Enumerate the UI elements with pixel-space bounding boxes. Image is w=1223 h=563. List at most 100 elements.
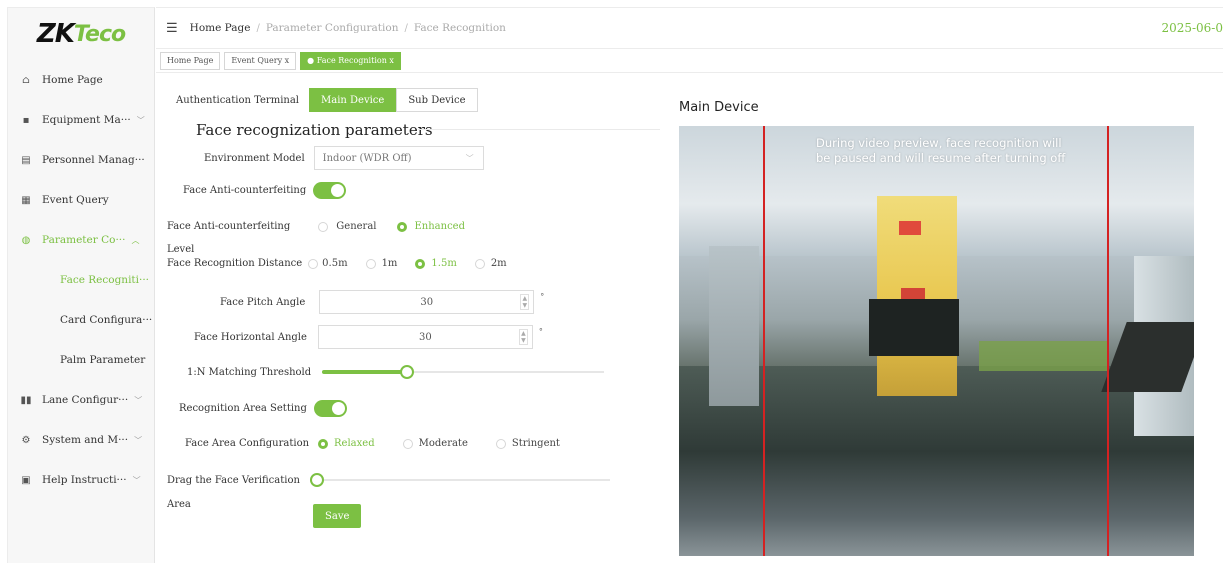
distance-label: Face Recognition Distance xyxy=(167,258,303,269)
radio-dot xyxy=(474,258,485,269)
face-area-relaxed-radio[interactable]: Relaxed xyxy=(318,438,375,449)
face-area-guide-right xyxy=(1107,126,1109,556)
horizontal-row: Face Horizontal Angle 30 ▲ ▼ ° xyxy=(194,325,543,349)
radio-label: Stringent xyxy=(511,438,560,449)
video-cabinet xyxy=(709,246,759,406)
sidebar-item-home[interactable]: ⌂ Home Page xyxy=(8,60,154,100)
video-sign xyxy=(899,221,921,235)
sidebar-item-personnel[interactable]: ▤ Personnel Manag··· xyxy=(8,140,154,180)
face-area-label: Face Area Configuration xyxy=(185,438,310,449)
topbar: ☰ Home Page / Parameter Configuration / … xyxy=(156,7,1223,49)
threshold-label: 1:N Matching Threshold xyxy=(187,366,312,378)
breadcrumb-home[interactable]: Home Page xyxy=(190,22,251,34)
lane-icon: ▮▮ xyxy=(20,394,32,406)
slider-handle[interactable] xyxy=(400,365,415,379)
breadcrumb-separator: / xyxy=(256,22,260,34)
main-device-button[interactable]: Main Device xyxy=(309,88,397,112)
auth-terminal-label: Authentication Terminal xyxy=(176,94,299,106)
anti-counterfeit-label: Face Anti-counterfeiting xyxy=(183,185,307,196)
distance-1m-radio[interactable]: 1m xyxy=(365,258,398,269)
radio-dot xyxy=(318,221,329,232)
menu-toggle-icon[interactable]: ☰ xyxy=(166,21,178,36)
sidebar-item-label: Help Instructi··· xyxy=(42,474,127,486)
env-model-select[interactable]: Indoor (WDR Off) ﹀ xyxy=(313,146,484,170)
radio-dot xyxy=(318,438,329,449)
sidebar-item-label: Equipment Ma··· xyxy=(42,114,131,126)
radio-dot xyxy=(396,221,407,232)
sub-device-button[interactable]: Sub Device xyxy=(396,88,478,112)
breadcrumb-current: Face Recognition xyxy=(413,22,506,34)
drag-area-slider[interactable] xyxy=(309,473,610,487)
radio-label: Enhanced xyxy=(414,221,466,232)
sidebar-item-label: Parameter Co··· xyxy=(42,234,126,246)
drag-area-label-cont: Area xyxy=(167,499,191,510)
env-model-value: Indoor (WDR Off) xyxy=(322,152,412,164)
recog-area-toggle[interactable] xyxy=(313,400,347,417)
equipment-icon: ▪ xyxy=(22,114,30,126)
face-area-moderate-radio[interactable]: Moderate xyxy=(402,438,468,449)
home-icon: ⌂ xyxy=(22,74,30,86)
sidebar-item-help[interactable]: ▣ Help Instructi··· ﹀ xyxy=(8,460,154,500)
pitch-value: 30 xyxy=(420,296,434,308)
video-preview[interactable]: During video preview, face recognition w… xyxy=(679,126,1194,556)
slider-handle[interactable] xyxy=(309,473,324,487)
sidebar-item-event-query[interactable]: ▦ Event Query xyxy=(8,180,154,220)
face-area-guide-left xyxy=(763,126,765,556)
radio-dot xyxy=(308,258,319,269)
stepper-arrows-icon[interactable]: ▲ ▼ xyxy=(520,294,530,310)
parameter-icon: ◍ xyxy=(21,234,31,246)
horizontal-degree-unit: ° xyxy=(538,327,543,336)
threshold-row: 1:N Matching Threshold xyxy=(187,365,605,379)
pitch-label: Face Pitch Angle xyxy=(220,296,306,308)
tab-home[interactable]: Home Page xyxy=(160,51,221,70)
logo-main: ZK xyxy=(36,19,75,49)
tab-bar: Home Page Event Query x ● Face Recogniti… xyxy=(156,49,1223,73)
personnel-icon: ▤ xyxy=(21,154,31,166)
chevron-down-icon: ﹀ xyxy=(132,475,141,485)
anti-level-general-radio[interactable]: General xyxy=(318,221,377,232)
recog-area-label: Recognition Area Setting xyxy=(179,403,307,414)
sidebar: ZK Teco ⌂ Home Page ▪ Equipment Ma··· ﹀ ▤… xyxy=(7,7,155,563)
sidebar-subitem-palm-parameter[interactable]: Palm Parameter xyxy=(8,340,154,380)
chevron-down-icon: ﹀ xyxy=(465,154,474,163)
pitch-row: Face Pitch Angle 30 ▲ ▼ ° xyxy=(220,290,544,314)
radio-label: 0.5m xyxy=(322,258,348,269)
tab-face-recognition[interactable]: ● Face Recognition x xyxy=(300,51,401,70)
distance-row: Face Recognition Distance 0.5m 1m 1.5m 2… xyxy=(167,258,527,269)
sidebar-item-equipment[interactable]: ▪ Equipment Ma··· ﹀ xyxy=(8,100,154,140)
distance-2m-radio[interactable]: 2m xyxy=(474,258,507,269)
radio-label: 1m xyxy=(381,258,398,269)
pitch-stepper[interactable]: 30 ▲ ▼ xyxy=(319,290,535,314)
tab-event-query[interactable]: Event Query x xyxy=(224,51,297,70)
stepper-arrows-icon[interactable]: ▲ ▼ xyxy=(518,329,528,345)
video-monitor xyxy=(869,299,959,356)
system-icon: ⚙ xyxy=(21,434,31,446)
face-area-stringent-radio[interactable]: Stringent xyxy=(495,438,560,449)
threshold-slider[interactable] xyxy=(322,365,605,379)
sidebar-item-parameter[interactable]: ◍ Parameter Co··· ︿ xyxy=(8,220,154,260)
save-button[interactable]: Save xyxy=(313,504,362,528)
env-model-label: Environment Model xyxy=(204,152,305,164)
sidebar-item-lane[interactable]: ▮▮ Lane Configur··· ﹀ xyxy=(8,380,154,420)
video-object xyxy=(1101,322,1194,392)
video-plants xyxy=(979,341,1109,371)
logo-accent: Teco xyxy=(73,21,126,47)
breadcrumb-separator: / xyxy=(404,22,408,34)
sidebar-item-label: Event Query xyxy=(42,194,109,206)
chevron-down-icon: ﹀ xyxy=(134,435,143,445)
auth-terminal-row: Authentication Terminal Main Device Sub … xyxy=(176,88,478,112)
horizontal-stepper[interactable]: 30 ▲ ▼ xyxy=(317,325,533,349)
breadcrumb-parameter[interactable]: Parameter Configuration xyxy=(266,22,399,34)
env-model-row: Environment Model Indoor (WDR Off) ﹀ xyxy=(204,146,484,170)
anti-level-label: Face Anti-counterfeiting xyxy=(167,221,291,232)
radio-dot xyxy=(402,438,413,449)
sidebar-item-system[interactable]: ⚙ System and M··· ﹀ xyxy=(8,420,154,460)
distance-0-5m-radio[interactable]: 0.5m xyxy=(308,258,348,269)
chevron-down-icon: ﹀ xyxy=(136,115,145,125)
distance-1-5m-radio[interactable]: 1.5m xyxy=(415,258,457,269)
sidebar-subitem-face-recognition[interactable]: Face Recogniti··· xyxy=(8,260,154,300)
anti-counterfeit-toggle[interactable] xyxy=(313,182,347,199)
anti-level-enhanced-radio[interactable]: Enhanced xyxy=(396,221,466,232)
logo: ZK Teco xyxy=(8,8,154,60)
sidebar-subitem-card-configuration[interactable]: Card Configura··· xyxy=(8,300,154,340)
